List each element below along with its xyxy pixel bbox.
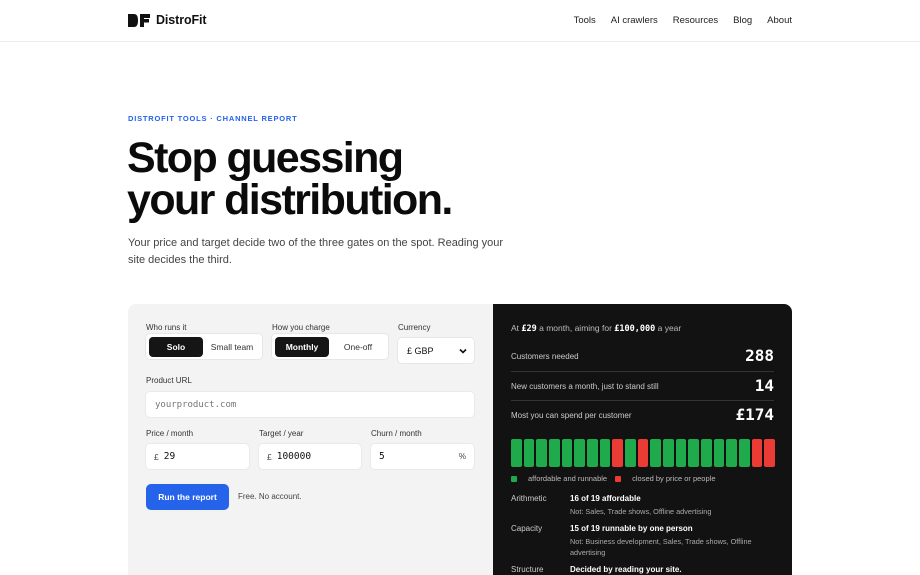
channel-bar-ok [663,439,674,467]
brand-name: DistroFit [156,13,207,27]
who-option-solo[interactable]: Solo [149,337,203,357]
page-title-line-1: Stop guessing [127,134,404,182]
channel-bar-ok [675,439,687,467]
legend-closed-swatch [615,475,622,482]
who-option-small-team[interactable]: Small team [204,337,260,357]
charge-toggle: Monthly One-off [271,333,389,360]
target-label: Target / year [259,429,304,438]
legend-ok: affordable and runnable [511,474,607,483]
channel-report-tool: Who runs it Solo Small team How you char… [128,304,792,575]
channel-bar-ok [599,439,611,467]
channel-bar-ok [650,439,661,467]
channel-bar-closed [751,439,763,467]
gate-detail: Not: Business development, Sales, Trade … [570,537,752,557]
price-field[interactable]: £ 29 [145,443,250,470]
gate-key: Structure [511,565,544,574]
nav-links: Tools AI crawlers Resources Blog About [574,15,792,26]
report-summary-post: a year [657,323,682,333]
churn-percent-suffix: % [458,452,466,461]
report-summary-pre: At [511,323,520,333]
gate-value: 15 of 19 runnable by one person [570,524,693,533]
report-panel: At £29 a month, aiming for £100,000 a ye… [493,304,792,575]
channel-status-bars [511,439,775,467]
page-subtitle: Your price and target decide two of the … [128,237,504,266]
legend-ok-swatch [511,475,517,482]
metric-new-customers: New customers a month, just to stand sti… [511,371,774,400]
nav-link-ai-crawlers[interactable]: AI crawlers [611,15,658,26]
run-report-button[interactable]: Run the report [146,484,229,510]
legend-closed-label: closed by price or people [632,474,716,483]
target-field[interactable]: £ 100000 [258,443,362,470]
report-summary-mid: a month, aiming for [539,323,612,333]
channel-bar-ok [701,439,712,467]
page-title: Stop guessing your distribution. [127,134,647,224]
metric-value: £174 [735,405,774,424]
gate-value: 16 of 19 affordable [570,494,641,503]
chevron-down-icon [459,347,467,357]
churn-field[interactable]: 5 % [370,443,475,470]
gate-key: Capacity [511,524,543,533]
product-url-label: Product URL [146,376,192,385]
free-note: Free. No account. [238,492,302,501]
channel-bar-ok [574,439,585,467]
gate-value: Decided by reading your site. [570,565,682,574]
channel-bar-ok [726,439,737,467]
price-currency-prefix: £ [154,451,159,462]
top-nav: DistroFit Tools AI crawlers Resources Bl… [0,0,920,42]
page-title-line-2: your distribution. [127,176,453,224]
eyebrow: DISTROFIT TOOLS · CHANNEL REPORT [128,114,298,123]
metric-value: 288 [745,346,774,365]
metric-max-spend: Most you can spend per customer £174 [511,400,774,429]
brand-logo[interactable]: DistroFit [128,13,207,27]
channel-bar-ok [625,439,636,467]
channel-bar-ok [511,439,522,467]
currency-value: £ GBP [407,345,434,356]
metric-label: Customers needed [511,352,579,361]
metric-value: 14 [754,376,774,395]
channel-bar-ok [549,439,560,467]
gate-detail: Not: Sales, Trade shows, Offline adverti… [570,507,712,516]
product-url-input[interactable]: yourproduct.com [145,391,475,418]
target-currency-prefix: £ [267,451,272,462]
gate-key: Arithmetic [511,494,547,503]
report-summary-price: £29 [521,324,537,334]
target-value: 100000 [276,451,312,462]
input-panel: Who runs it Solo Small team How you char… [128,304,493,575]
legend-closed: closed by price or people [615,474,716,483]
charge-label: How you charge [272,323,330,332]
metric-customers-needed: Customers needed 288 [511,342,774,371]
channel-bar-ok [587,439,598,467]
metric-label: Most you can spend per customer [511,411,632,420]
logo-icon [128,13,150,27]
who-runs-label: Who runs it [146,323,187,332]
channel-bar-ok [688,439,699,467]
nav-link-resources[interactable]: Resources [673,15,718,26]
nav-link-tools[interactable]: Tools [574,15,596,26]
report-summary-target: £100,000 [614,324,656,334]
channel-bar-ok [561,439,573,467]
nav-link-about[interactable]: About [767,15,792,26]
currency-label: Currency [398,323,431,332]
nav-link-blog[interactable]: Blog [733,15,752,26]
currency-select[interactable]: £ GBP [397,337,475,364]
report-summary: At £29 a month, aiming for £100,000 a ye… [511,323,681,334]
channel-bar-ok [536,439,547,467]
price-label: Price / month [146,429,194,438]
channel-bar-ok [739,439,750,467]
channel-bar-closed [637,439,649,467]
metric-label: New customers a month, just to stand sti… [511,382,659,391]
churn-label: Churn / month [371,429,422,438]
who-runs-toggle: Solo Small team [145,333,263,360]
legend: affordable and runnable closed by price … [511,474,724,483]
charge-option-monthly[interactable]: Monthly [275,337,329,357]
channel-bar-ok [523,439,535,467]
legend-ok-label: affordable and runnable [528,474,608,483]
channel-bar-ok [713,439,725,467]
price-value: 29 [163,451,176,462]
charge-option-one-off[interactable]: One-off [330,337,386,357]
churn-value: 5 [379,451,385,462]
channel-bar-closed [612,439,623,467]
channel-bar-closed [764,439,775,467]
